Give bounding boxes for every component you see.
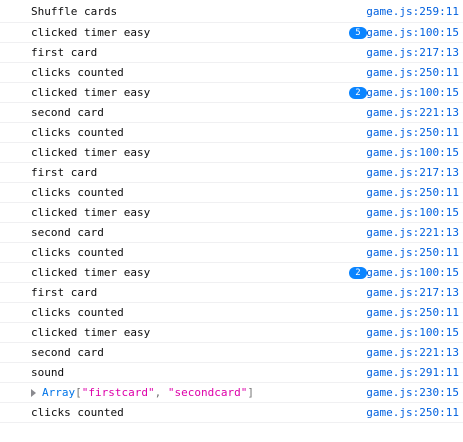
source-location-link[interactable]: game.js:100:15 bbox=[366, 83, 459, 102]
console-message-row: second card game.js:221:13 bbox=[0, 103, 463, 123]
triangle-right-icon[interactable] bbox=[31, 388, 36, 397]
console-message-text: first card bbox=[31, 46, 98, 59]
console-message-text: clicked timer easy bbox=[31, 206, 151, 219]
console-message-text: clicks counted bbox=[31, 246, 124, 259]
console-message-text: clicks counted bbox=[31, 186, 124, 199]
console-message-row: sound game.js:291:11 bbox=[0, 363, 463, 383]
source-location-link[interactable]: game.js:250:11 bbox=[366, 183, 459, 202]
source-location-link[interactable]: game.js:217:13 bbox=[366, 163, 459, 182]
console-message-row: clicked timer easy game.js:100:15 bbox=[0, 203, 463, 223]
console-message-row: clicked timer easy 5 game.js:100:15 bbox=[0, 23, 463, 43]
source-location-link[interactable]: game.js:217:13 bbox=[366, 283, 459, 302]
source-location-link[interactable]: game.js:221:13 bbox=[366, 343, 459, 362]
source-location-link[interactable]: game.js:217:13 bbox=[366, 43, 459, 62]
repeat-count-badge: 2 bbox=[349, 86, 367, 99]
console-message-row: first card game.js:217:13 bbox=[0, 163, 463, 183]
console-message-text: sound bbox=[31, 366, 65, 379]
console-message-row: clicked timer easy game.js:100:15 bbox=[0, 323, 463, 343]
console-message-row: first card game.js:217:13 bbox=[0, 43, 463, 63]
array-type-label[interactable]: Array bbox=[42, 386, 75, 399]
source-location-link[interactable]: game.js:100:15 bbox=[366, 23, 459, 42]
repeat-count-badge: 5 bbox=[349, 26, 367, 39]
source-location-link[interactable]: game.js:221:13 bbox=[366, 103, 459, 122]
console-message-text: clicked timer easy bbox=[31, 326, 151, 339]
source-location-link[interactable]: game.js:291:11 bbox=[366, 363, 459, 382]
console-message-text: clicks counted bbox=[31, 406, 124, 419]
console-message-row: clicks counted game.js:250:11 bbox=[0, 123, 463, 143]
console-message-text: Array [ "firstcard", "secondcard" ] bbox=[31, 383, 254, 402]
source-location-link[interactable]: game.js:100:15 bbox=[366, 203, 459, 222]
console-message-text: clicked timer easy bbox=[31, 266, 151, 279]
source-location-link[interactable]: game.js:250:11 bbox=[366, 123, 459, 142]
source-location-link[interactable]: game.js:221:13 bbox=[366, 223, 459, 242]
console-message-row: second card game.js:221:13 bbox=[0, 223, 463, 243]
source-location-link[interactable]: game.js:100:15 bbox=[366, 143, 459, 162]
console-message-list: Shuffle cards game.js:259:11 clicked timer… bbox=[0, 0, 463, 423]
console-message-text: first card bbox=[31, 166, 98, 179]
array-string-item: "secondcard" bbox=[167, 386, 248, 399]
console-message-text: second card bbox=[31, 346, 104, 359]
console-message-row: first card game.js:217:13 bbox=[0, 283, 463, 303]
repeat-count-badge: 2 bbox=[349, 266, 367, 279]
console-message-row: clicks counted game.js:250:11 bbox=[0, 183, 463, 203]
console-message-row: Array [ "firstcard", "secondcard" ] game.… bbox=[0, 383, 463, 403]
array-separator: , bbox=[154, 386, 168, 399]
source-location-link[interactable]: game.js:230:15 bbox=[366, 383, 459, 402]
source-location-link[interactable]: game.js:250:11 bbox=[366, 403, 459, 422]
source-location-link[interactable]: game.js:100:15 bbox=[366, 263, 459, 282]
console-message-row: clicks counted game.js:250:11 bbox=[0, 243, 463, 263]
array-open-bracket: [ bbox=[75, 386, 82, 399]
console-message-row: Shuffle cards game.js:259:11 bbox=[0, 0, 463, 23]
console-message-text: first card bbox=[31, 286, 98, 299]
console-output: Shuffle cards game.js:259:11 clicked timer… bbox=[0, 0, 463, 442]
console-message-text: clicks counted bbox=[31, 66, 124, 79]
console-message-row: clicked timer easy game.js:100:15 bbox=[0, 143, 463, 163]
array-close-bracket: ] bbox=[247, 386, 254, 399]
console-message-row: clicks counted game.js:250:11 bbox=[0, 403, 463, 423]
source-location-link[interactable]: game.js:250:11 bbox=[366, 303, 459, 322]
console-message-text: clicked timer easy bbox=[31, 86, 151, 99]
console-message-row: clicks counted game.js:250:11 bbox=[0, 303, 463, 323]
source-location-link[interactable]: game.js:250:11 bbox=[366, 243, 459, 262]
console-message-row: clicks counted game.js:250:11 bbox=[0, 63, 463, 83]
source-location-link[interactable]: game.js:100:15 bbox=[366, 323, 459, 342]
console-message-text: Shuffle cards bbox=[31, 4, 118, 18]
console-message-text: clicked timer easy bbox=[31, 26, 151, 39]
console-message-row: clicked timer easy 2 game.js:100:15 bbox=[0, 263, 463, 283]
source-location-link[interactable]: game.js:250:11 bbox=[366, 63, 459, 82]
console-message-row: second card game.js:221:13 bbox=[0, 343, 463, 363]
console-message-text: clicks counted bbox=[31, 306, 124, 319]
source-location-link[interactable]: game.js:259:11 bbox=[366, 0, 459, 22]
console-message-text: clicks counted bbox=[31, 126, 124, 139]
array-string-item: "firstcard" bbox=[81, 386, 155, 399]
console-message-text: clicked timer easy bbox=[31, 146, 151, 159]
console-message-text: second card bbox=[31, 226, 104, 239]
console-message-row: clicked timer easy 2 game.js:100:15 bbox=[0, 83, 463, 103]
console-message-text: second card bbox=[31, 106, 104, 119]
